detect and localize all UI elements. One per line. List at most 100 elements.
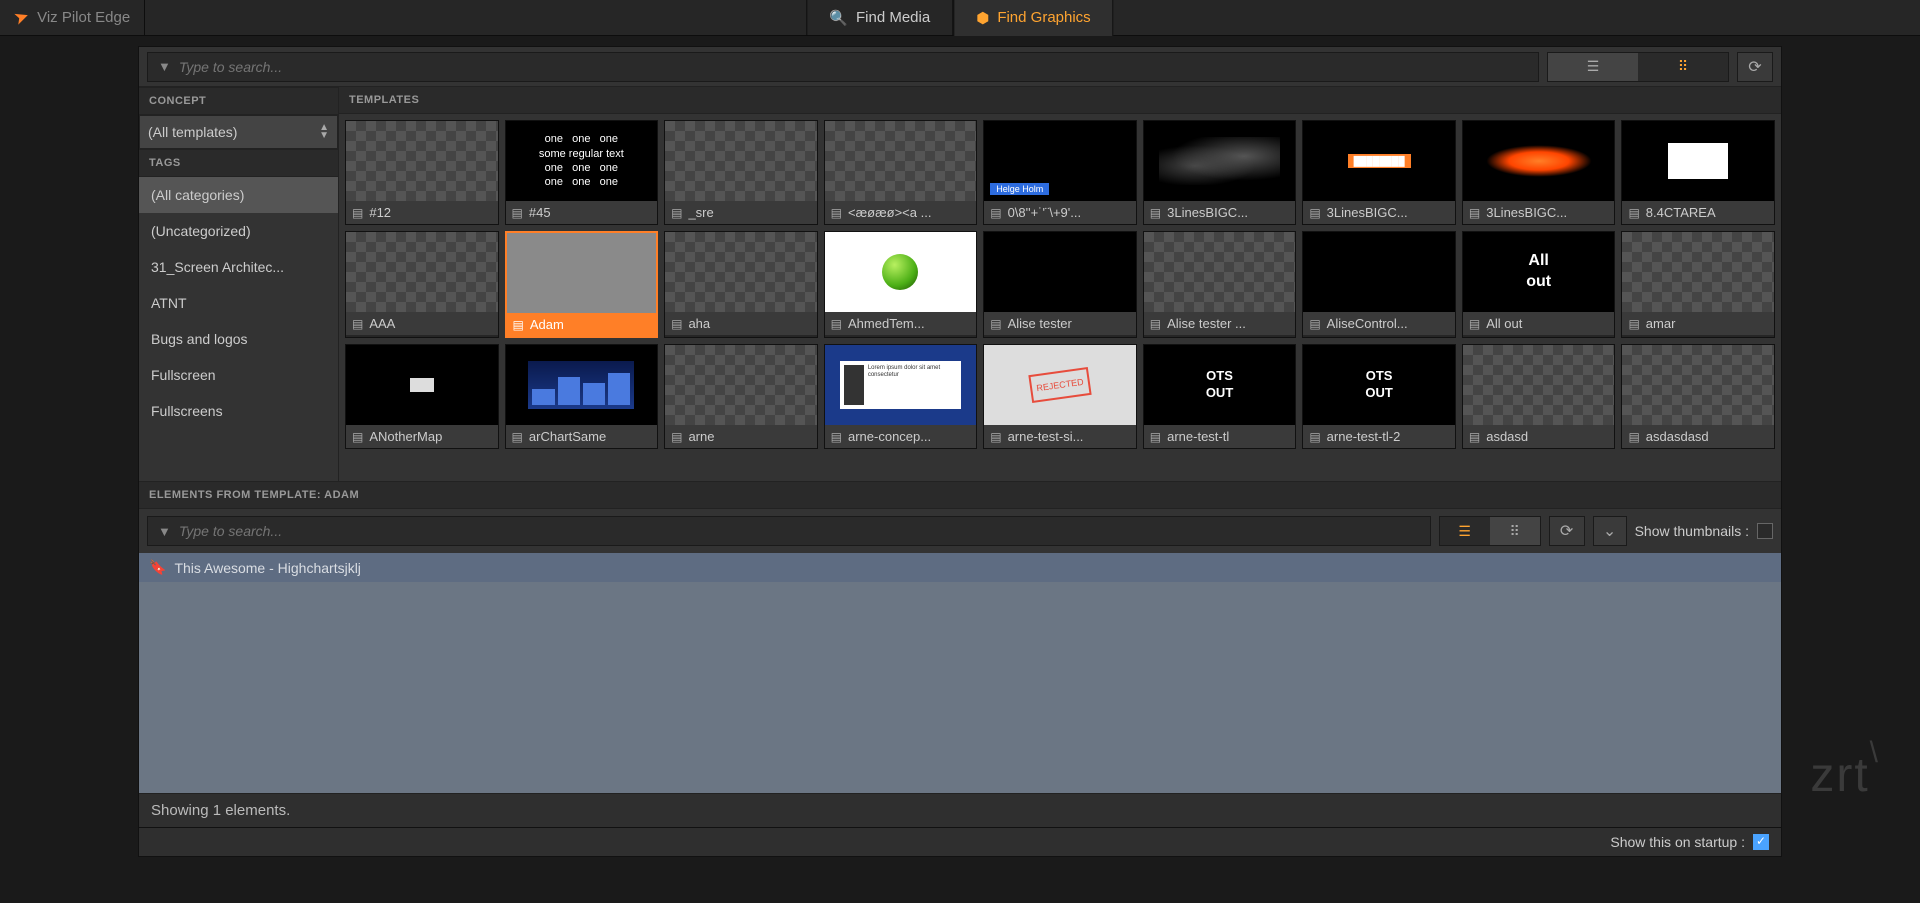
- show-thumbnails-checkbox[interactable]: [1757, 523, 1773, 539]
- element-row[interactable]: 🔖This Awesome - Highchartsjklj: [139, 553, 1781, 582]
- elements-search[interactable]: ▼: [147, 516, 1431, 546]
- template-icon: ▤: [831, 317, 842, 331]
- tag-item[interactable]: Fullscreen: [139, 357, 338, 393]
- cube-icon: ⬢: [976, 9, 989, 27]
- template-label: 3LinesBIGC...: [1167, 205, 1248, 220]
- template-card[interactable]: ▤arne: [664, 344, 818, 449]
- template-label: aha: [688, 316, 710, 331]
- template-label: arChartSame: [529, 429, 606, 444]
- template-card[interactable]: ▤ Alise tester ...: [1143, 231, 1297, 338]
- template-label: #12: [369, 205, 391, 220]
- collapse-button[interactable]: ⌄: [1593, 516, 1627, 546]
- template-icon: ▤: [831, 430, 842, 444]
- template-icon: ▤: [831, 206, 842, 220]
- template-label: 0\8''+˙'¨\+9'...: [1008, 205, 1082, 220]
- template-icon: ▤: [352, 206, 363, 220]
- template-card[interactable]: ▤AAA: [345, 231, 499, 338]
- search-icon: 🔍: [829, 9, 848, 27]
- template-card[interactable]: ▤amar: [1621, 231, 1775, 338]
- template-icon: ▤: [1469, 430, 1480, 444]
- template-icon: ▤: [513, 318, 524, 332]
- template-card[interactable]: ▤ asdasdasd: [1621, 344, 1775, 449]
- tag-item[interactable]: (Uncategorized): [139, 213, 338, 249]
- template-label: Alise tester ...: [1167, 316, 1246, 331]
- template-card[interactable]: ▤ Alise tester: [983, 231, 1137, 338]
- compass-icon: ➤: [11, 5, 32, 30]
- grid-view-button[interactable]: ⠿: [1638, 53, 1728, 81]
- startup-checkbox[interactable]: [1753, 834, 1769, 850]
- template-label: 8.4CTAREA: [1646, 205, 1716, 220]
- concept-select[interactable]: (All templates) ▲▼: [139, 115, 338, 149]
- tags-header: TAGS: [139, 149, 338, 177]
- elements-search-input[interactable]: [179, 523, 1420, 539]
- tag-item[interactable]: Bugs and logos: [139, 321, 338, 357]
- template-label: 3LinesBIGC...: [1486, 205, 1567, 220]
- template-card[interactable]: Helge Holm▤0\8''+˙'¨\+9'...: [983, 120, 1137, 225]
- chevron-down-icon: ⌄: [1603, 521, 1616, 541]
- template-icon: ▤: [1309, 317, 1320, 331]
- template-card[interactable]: ████████▤3LinesBIGC...: [1302, 120, 1456, 225]
- template-icon: ▤: [990, 317, 1001, 331]
- template-card[interactable]: ▤ 3LinesBIGC...: [1462, 120, 1616, 225]
- template-icon: ▤: [512, 430, 523, 444]
- template-label: asdasdasd: [1646, 429, 1709, 444]
- template-card[interactable]: ▤ AhmedTem...: [824, 231, 978, 338]
- filter-icon: ▼: [158, 59, 171, 74]
- template-card[interactable]: ▤ arChartSame: [505, 344, 659, 449]
- startup-label: Show this on startup :: [1610, 834, 1745, 850]
- template-label: amar: [1646, 316, 1676, 331]
- status-bar: Showing 1 elements.: [139, 793, 1781, 827]
- tag-item[interactable]: 31_Screen Architec...: [139, 249, 338, 285]
- elements-list-view-button[interactable]: ☰: [1440, 517, 1490, 545]
- template-label: All out: [1486, 316, 1522, 331]
- template-icon: ▤: [512, 206, 523, 220]
- template-icon: ▤: [990, 430, 1001, 444]
- template-label: Alise tester: [1008, 316, 1072, 331]
- template-card[interactable]: Allout▤All out: [1462, 231, 1616, 338]
- elements-grid-view-button[interactable]: ⠿: [1490, 517, 1540, 545]
- list-view-button[interactable]: ☰: [1548, 53, 1638, 81]
- templates-search[interactable]: ▼: [147, 52, 1539, 82]
- tab-label: Find Graphics: [997, 9, 1090, 26]
- grid-icon: ⠿: [1509, 523, 1519, 540]
- template-card[interactable]: ▤AliseControl...: [1302, 231, 1456, 338]
- tag-item[interactable]: Fullscreens: [139, 393, 338, 429]
- template-card[interactable]: ▤aha: [664, 231, 818, 338]
- refresh-button[interactable]: ⟳: [1737, 52, 1773, 82]
- template-icon: ▤: [671, 206, 682, 220]
- template-icon: ▤: [1469, 206, 1480, 220]
- watermark: zrt\: [1810, 748, 1880, 803]
- template-label: arne-concep...: [848, 429, 931, 444]
- template-label: arne-test-tl-2: [1327, 429, 1401, 444]
- template-card[interactable]: OTSOUT▤arne-test-tl-2: [1302, 344, 1456, 449]
- filter-icon: ▼: [158, 524, 171, 539]
- template-card[interactable]: ▤asdasd: [1462, 344, 1616, 449]
- template-icon: ▤: [1150, 317, 1161, 331]
- template-card[interactable]: ▤8.4CTAREA: [1621, 120, 1775, 225]
- template-icon: ▤: [1628, 430, 1639, 444]
- template-card[interactable]: ▤ _sre: [664, 120, 818, 225]
- template-card[interactable]: ▤ #12: [345, 120, 499, 225]
- template-icon: ▤: [1150, 206, 1161, 220]
- template-icon: ▤: [1150, 430, 1161, 444]
- tag-item[interactable]: ATNT: [139, 285, 338, 321]
- template-card[interactable]: ▤Adam: [505, 231, 659, 338]
- template-card[interactable]: one one onesome regular textone one oneo…: [505, 120, 659, 225]
- template-card[interactable]: REJECTED▤arne-test-si...: [983, 344, 1137, 449]
- search-input[interactable]: [179, 59, 1528, 75]
- template-card[interactable]: Lorem ipsum dolor sit amet consectetur▤a…: [824, 344, 978, 449]
- list-icon: ☰: [1458, 523, 1471, 540]
- template-card[interactable]: ▤<æøæø><a ...: [824, 120, 978, 225]
- template-card[interactable]: ▤ 3LinesBIGC...: [1143, 120, 1297, 225]
- template-label: _sre: [688, 205, 713, 220]
- refresh-icon: ⟳: [1560, 521, 1573, 541]
- template-label: AhmedTem...: [848, 316, 925, 331]
- template-card[interactable]: OTSOUT▤arne-test-tl: [1143, 344, 1297, 449]
- elements-refresh-button[interactable]: ⟳: [1549, 516, 1585, 546]
- view-toggle: ☰ ⠿: [1547, 52, 1729, 82]
- refresh-icon: ⟳: [1748, 57, 1761, 77]
- tab-find-graphics[interactable]: ⬢ Find Graphics: [953, 0, 1113, 36]
- tab-find-media[interactable]: 🔍 Find Media: [806, 0, 953, 36]
- template-card[interactable]: ▤ANotherMap: [345, 344, 499, 449]
- tag-item[interactable]: (All categories): [139, 177, 338, 213]
